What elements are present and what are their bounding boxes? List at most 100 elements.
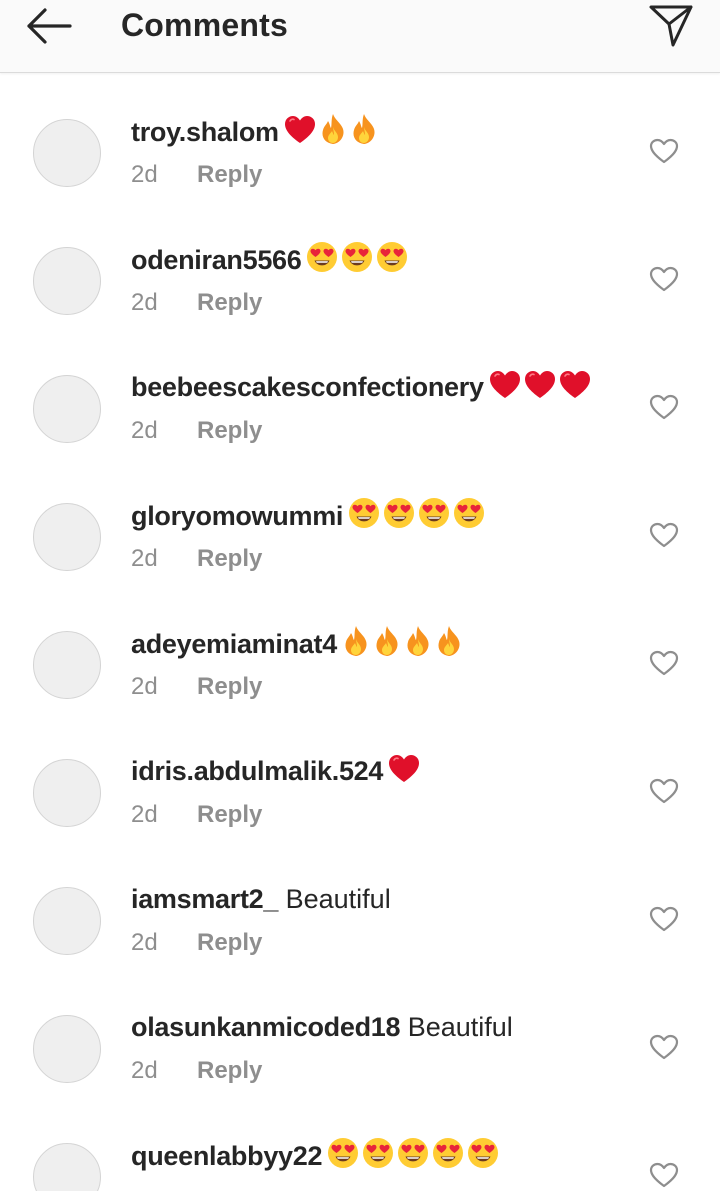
reply-button[interactable]: Reply — [197, 1056, 262, 1086]
heart-eyes-emoji-icon — [327, 1137, 359, 1178]
comment-body: iamsmart2_ Beautiful — [131, 881, 391, 917]
reply-button[interactable]: Reply — [197, 160, 262, 190]
arrow-left-icon — [27, 8, 72, 44]
comment-row: olasunkanmicoded18 Beautiful 2d Reply — [0, 969, 720, 1097]
avatar[interactable] — [33, 631, 101, 699]
comment-meta: 2d Reply — [131, 160, 262, 190]
heart-eyes-emoji-icon — [348, 497, 380, 538]
avatar[interactable] — [33, 247, 101, 315]
comment-body: adeyemiaminat4 — [131, 625, 463, 666]
like-heart-icon[interactable] — [648, 777, 680, 805]
comment-meta: 2d Reply — [131, 800, 262, 830]
heart-eyes-emoji-icon — [376, 241, 408, 282]
comment-timestamp: 2d — [131, 161, 158, 188]
comment-body: troy.shalom — [131, 113, 378, 154]
comment-timestamp: 2d — [131, 801, 158, 828]
reply-button[interactable]: Reply — [197, 672, 262, 702]
avatar[interactable] — [33, 1143, 101, 1191]
reply-button[interactable]: Reply — [197, 288, 262, 318]
comment-meta: 2d Reply — [131, 928, 262, 958]
comment-username[interactable]: beebeescakesconfectionery — [131, 372, 484, 402]
comment-meta: 2d Reply — [131, 288, 262, 318]
comment-timestamp: 2d — [131, 1057, 158, 1084]
comment-body: gloryomowummi — [131, 497, 485, 538]
heart-eyes-emoji-icon — [383, 497, 415, 538]
avatar[interactable] — [33, 119, 101, 187]
red-heart-icon — [559, 370, 591, 409]
avatar[interactable] — [33, 759, 101, 827]
comment-username[interactable]: adeyemiaminat4 — [131, 629, 337, 659]
comment-row: idris.abdulmalik.524 2d Reply — [0, 713, 720, 841]
avatar[interactable] — [33, 503, 101, 571]
comment-username[interactable]: iamsmart2_ — [131, 884, 278, 914]
red-heart-icon — [524, 370, 556, 409]
heart-eyes-emoji-icon — [453, 497, 485, 538]
like-heart-icon[interactable] — [648, 905, 680, 933]
comment-body: beebeescakesconfectionery — [131, 369, 591, 409]
comment-timestamp: 2d — [131, 417, 158, 444]
comment-row: queenlabbyy22 — [0, 1097, 720, 1191]
comment-text: Beautiful — [407, 1012, 513, 1042]
back-button[interactable] — [18, 2, 78, 50]
heart-eyes-emoji-icon — [362, 1137, 394, 1178]
comment-username[interactable]: troy.shalom — [131, 117, 279, 147]
comment-text: Beautiful — [285, 884, 391, 914]
comment-row: beebeescakesconfectionery 2d Reply — [0, 329, 720, 457]
fire-icon — [319, 113, 347, 154]
heart-eyes-emoji-icon — [467, 1137, 499, 1178]
comment-row: odeniran5566 2d Reply — [0, 201, 720, 329]
comment-body: odeniran5566 — [131, 241, 408, 282]
paper-plane-icon — [649, 5, 693, 47]
heart-eyes-emoji-icon — [341, 241, 373, 282]
like-heart-icon[interactable] — [648, 649, 680, 677]
comment-row: iamsmart2_ Beautiful 2d Reply — [0, 841, 720, 969]
comment-row: adeyemiaminat4 2d Reply — [0, 585, 720, 713]
comment-meta: 2d Reply — [131, 672, 262, 702]
reply-button[interactable]: Reply — [197, 800, 262, 830]
comment-username[interactable]: queenlabbyy22 — [131, 1141, 322, 1171]
comment-timestamp: 2d — [131, 289, 158, 316]
red-heart-icon — [388, 754, 420, 793]
share-button[interactable] — [644, 0, 698, 50]
comment-username[interactable]: odeniran5566 — [131, 245, 302, 275]
like-heart-icon[interactable] — [648, 1161, 680, 1189]
comment-body: idris.abdulmalik.524 — [131, 753, 420, 793]
comment-body: olasunkanmicoded18 Beautiful — [131, 1009, 513, 1045]
like-heart-icon[interactable] — [648, 137, 680, 165]
comment-timestamp: 2d — [131, 673, 158, 700]
reply-button[interactable]: Reply — [197, 416, 262, 446]
avatar[interactable] — [33, 887, 101, 955]
comment-username[interactable]: idris.abdulmalik.524 — [131, 756, 383, 786]
comment-meta: 2d Reply — [131, 1056, 262, 1086]
like-heart-icon[interactable] — [648, 521, 680, 549]
like-heart-icon[interactable] — [648, 393, 680, 421]
heart-eyes-emoji-icon — [306, 241, 338, 282]
red-heart-icon — [489, 370, 521, 409]
like-heart-icon[interactable] — [648, 1033, 680, 1061]
avatar[interactable] — [33, 375, 101, 443]
reply-button[interactable]: Reply — [197, 544, 262, 574]
top-bar: Comments — [0, 0, 720, 73]
comment-timestamp: 2d — [131, 929, 158, 956]
red-heart-icon — [284, 115, 316, 154]
heart-eyes-emoji-icon — [397, 1137, 429, 1178]
comments-screen: Comments troy.shalom 2d Reply odeniran5566 2… — [0, 0, 720, 1191]
comment-username[interactable]: gloryomowummi — [131, 501, 343, 531]
fire-icon — [404, 625, 432, 666]
heart-eyes-emoji-icon — [418, 497, 450, 538]
fire-icon — [350, 113, 378, 154]
like-heart-icon[interactable] — [648, 265, 680, 293]
comment-username[interactable]: olasunkanmicoded18 — [131, 1012, 401, 1042]
avatar[interactable] — [33, 1015, 101, 1083]
page-title: Comments — [121, 7, 288, 43]
fire-icon — [373, 625, 401, 666]
comment-body: queenlabbyy22 — [131, 1137, 499, 1178]
comment-meta: 2d Reply — [131, 416, 262, 446]
comment-timestamp: 2d — [131, 545, 158, 572]
comment-meta: 2d Reply — [131, 544, 262, 574]
fire-icon — [342, 625, 370, 666]
reply-button[interactable]: Reply — [197, 928, 262, 958]
comment-row: gloryomowummi 2d Reply — [0, 457, 720, 585]
fire-icon — [435, 625, 463, 666]
heart-eyes-emoji-icon — [432, 1137, 464, 1178]
